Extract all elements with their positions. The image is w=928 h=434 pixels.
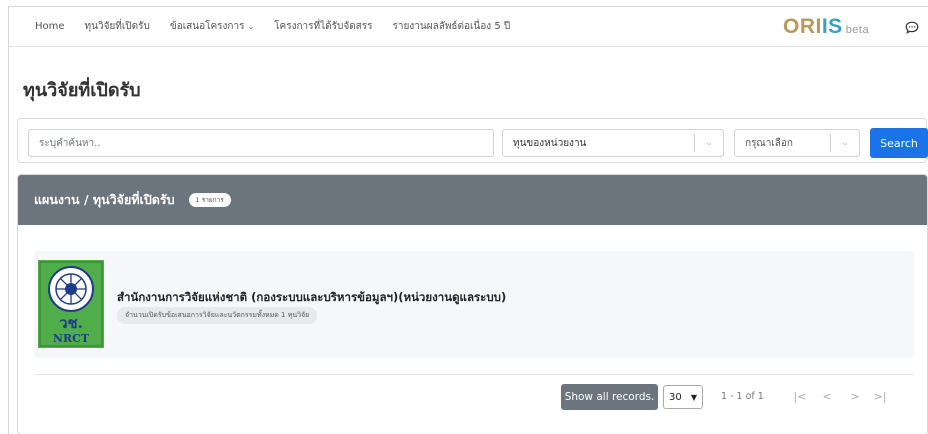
pagination-divider [34,374,914,375]
logo-en-text: NRCT [53,332,90,345]
chevron-down-icon: ⌄ [705,138,713,148]
logo-accent-text: IS [821,15,843,38]
page-title: ทุนวิจัยที่เปิดรับ [23,80,141,101]
nav-home[interactable]: Home [35,21,65,32]
search-button[interactable]: Search [870,128,928,158]
prev-page-button[interactable]: < [820,389,834,405]
department-select[interactable]: ทุนของหน่วยงาน ⌄ [502,129,724,157]
search-card: ทุนของหน่วยงาน ⌄ กรุณาเลือก ⌄ Search [17,118,928,163]
app-frame: Home ทุนวิจัยที่เปิดรับ ข้อเสนอโครงการ ⌄… [8,6,928,434]
nav-proposals[interactable]: ข้อเสนอโครงการ ⌄ [170,19,254,34]
top-navbar: Home ทุนวิจัยที่เปิดรับ ข้อเสนอโครงการ ⌄… [9,7,928,47]
nav-menu: Home ทุนวิจัยที่เปิดรับ ข้อเสนอโครงการ ⌄… [35,19,530,34]
department-select-value: ทุนของหน่วยงาน [513,137,587,149]
results-panel-header: แผนงาน / ทุนวิจัยที่เปิดรับ 1 รายการ [18,175,927,225]
page-size-value: 30 [669,391,682,403]
org-name[interactable]: สำนักงานการวิจัยแห่งชาติ (กองระบบและบริห… [117,289,506,307]
nav-five-year-report-label: รายงานผลลัพธ์ต่อเนื่อง 5 ปี [392,21,511,32]
results-panel: แผนงาน / ทุนวิจัยที่เปิดรับ 1 รายการ วช.… [17,174,928,434]
chevron-down-icon: ⌄ [247,22,255,31]
logo-thai-text: วช. [59,314,83,332]
first-page-button[interactable]: |< [793,389,807,405]
choose-select-value: กรุณาเลือก [745,137,793,149]
page-size-select[interactable]: 30 ▼ [663,385,703,409]
logo-beta-text: beta [845,24,870,36]
choose-select[interactable]: กรุณาเลือก ⌄ [734,129,860,157]
pagination-range: 1 - 1 of 1 [721,391,764,402]
search-input[interactable] [28,129,494,157]
nrct-logo-icon: วช. NRCT [38,260,104,348]
nav-open-grants-label: ทุนวิจัยที่เปิดรับ [84,21,150,32]
nav-funded-projects[interactable]: โครงการที่ได้รับจัดสรร [274,19,372,34]
logo-main-text: ORI [783,15,822,38]
next-page-button[interactable]: > [848,389,862,405]
open-proposals-summary: จำนวนเปิดรับข้อเสนอการวิจัยและนวัตกรรมทั… [117,307,318,324]
chat-bubble-icon[interactable] [904,20,920,36]
results-panel-title: แผนงาน / ทุนวิจัยที่เปิดรับ [34,192,175,207]
result-item[interactable]: วช. NRCT สำนักงานการวิจัยแห่งชาติ (กองระ… [34,251,914,358]
nav-open-grants[interactable]: ทุนวิจัยที่เปิดรับ [85,19,150,34]
nav-five-year-report[interactable]: รายงานผลลัพธ์ต่อเนื่อง 5 ปี [393,19,511,34]
chevron-down-icon: ▼ [690,392,697,402]
nav-proposals-label: ข้อเสนอโครงการ [169,21,245,32]
nav-home-label: Home [35,21,65,32]
oriis-logo[interactable]: ORI IS beta [783,15,869,39]
last-page-button[interactable]: >| [873,389,887,405]
chevron-down-icon: ⌄ [841,138,849,148]
result-count-badge: 1 รายการ [188,193,231,207]
show-all-records-button[interactable]: Show all records. [561,384,658,410]
nav-funded-projects-label: โครงการที่ได้รับจัดสรร [274,21,373,32]
